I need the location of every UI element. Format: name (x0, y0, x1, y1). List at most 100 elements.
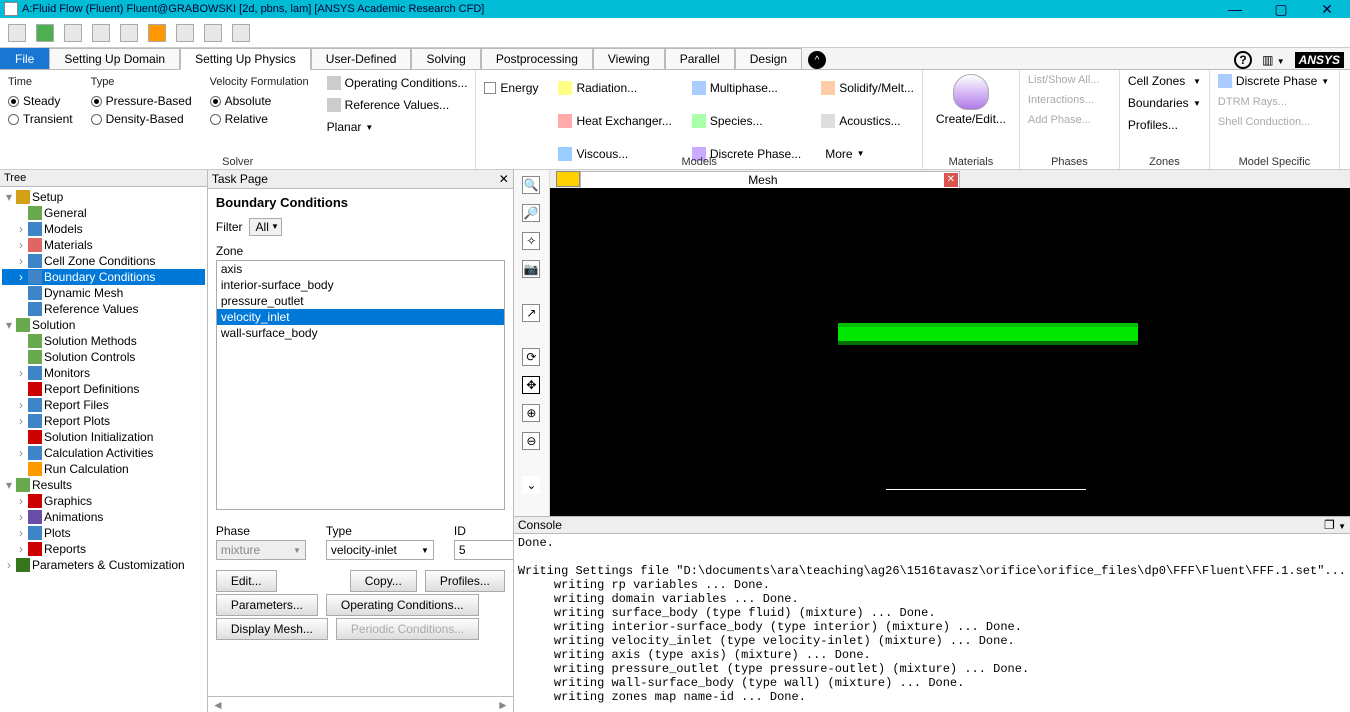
tree-node[interactable]: ›Monitors (2, 365, 205, 381)
radio-density-based[interactable]: Density-Based (91, 112, 192, 126)
help-icon[interactable]: ? (1234, 51, 1252, 69)
zoom-in-icon[interactable]: 🔍 (522, 176, 540, 194)
operating-conditions-button[interactable]: Operating Conditions... (326, 594, 479, 616)
cell-zones-dropdown[interactable]: Cell Zones▼ (1128, 74, 1201, 88)
toolbar-icon[interactable] (8, 24, 26, 42)
species-button[interactable]: Species... (692, 107, 801, 134)
tree-node[interactable]: ›Graphics (2, 493, 205, 509)
task-page-close-icon[interactable]: ✕ (499, 172, 509, 186)
tree-node[interactable]: ▾Setup (2, 189, 205, 205)
tree-node[interactable]: General (2, 205, 205, 221)
create-edit-materials-button[interactable]: Create/Edit... (931, 74, 1011, 126)
profiles-button[interactable]: Profiles... (1128, 118, 1201, 132)
tab-user-defined[interactable]: User-Defined (311, 48, 412, 69)
tree-node[interactable]: Reference Values (2, 301, 205, 317)
profiles-button[interactable]: Profiles... (425, 570, 505, 592)
zone-item[interactable]: axis (217, 261, 504, 277)
solidify-melt-button[interactable]: Solidify/Melt... (821, 74, 914, 101)
tree-node[interactable]: ›Report Files (2, 397, 205, 413)
tree-node[interactable]: Solution Methods (2, 333, 205, 349)
tab-viewing[interactable]: Viewing (593, 48, 665, 69)
energy-checkbox[interactable]: Energy (484, 74, 538, 101)
planar-dropdown[interactable]: Planar▼ (327, 120, 468, 134)
tab-postprocessing[interactable]: Postprocessing (481, 48, 593, 69)
tab-file[interactable]: File (0, 48, 49, 69)
zoom-out-icon[interactable]: 🔎 (522, 204, 540, 222)
tab-setting-up-physics[interactable]: Setting Up Physics (180, 48, 311, 70)
tree-node[interactable]: ▾Results (2, 477, 205, 493)
console-dropdown-icon[interactable]: ▼ (1338, 522, 1346, 531)
tree-node[interactable]: Dynamic Mesh (2, 285, 205, 301)
tab-design[interactable]: Design (735, 48, 802, 69)
zone-item[interactable]: velocity_inlet (217, 309, 504, 325)
operating-conditions-button[interactable]: Operating Conditions... (327, 76, 468, 90)
graphics-canvas[interactable] (550, 188, 1350, 516)
probe-icon[interactable]: ↗ (522, 304, 540, 322)
close-button[interactable]: ✕ (1304, 0, 1350, 18)
discrete-phase-dropdown[interactable]: Discrete Phase▼ (1218, 74, 1331, 88)
task-page-scrollbar[interactable]: ◄► (208, 696, 513, 712)
tree-node[interactable]: ›Cell Zone Conditions (2, 253, 205, 269)
tab-parallel[interactable]: Parallel (665, 48, 735, 69)
zoom-icon[interactable]: ⊕ (522, 404, 540, 422)
radio-steady[interactable]: Steady (8, 94, 73, 108)
toolbar-icon[interactable] (36, 24, 54, 42)
tree-body[interactable]: ▾SetupGeneral›Models›Materials›Cell Zone… (0, 187, 207, 712)
pan-icon[interactable]: ✥ (522, 376, 540, 394)
tree-node[interactable]: Run Calculation (2, 461, 205, 477)
toolbar-icon[interactable] (64, 24, 82, 42)
edit-button[interactable]: Edit... (216, 570, 277, 592)
view-tab-icon[interactable] (556, 171, 580, 187)
toolbar-icon[interactable] (148, 24, 166, 42)
console-popout-icon[interactable]: ❐ (1324, 518, 1335, 532)
tree-node[interactable]: ›Plots (2, 525, 205, 541)
toolbar-icon[interactable] (232, 24, 250, 42)
tab-setting-up-domain[interactable]: Setting Up Domain (49, 48, 180, 69)
toolbar-icon[interactable] (120, 24, 138, 42)
radio-absolute[interactable]: Absolute (210, 94, 309, 108)
camera-icon[interactable]: 📷 (522, 260, 540, 278)
minimize-button[interactable]: — (1212, 0, 1258, 18)
zone-item[interactable]: interior-surface_body (217, 277, 504, 293)
tree-node[interactable]: ›Report Plots (2, 413, 205, 429)
parameters-button[interactable]: Parameters... (216, 594, 318, 616)
type-dropdown[interactable]: velocity-inlet▼ (326, 540, 434, 560)
id-input[interactable]: 5 (454, 540, 513, 560)
toolbar-icon[interactable] (204, 24, 222, 42)
maximize-button[interactable]: ▢ (1258, 0, 1304, 18)
tree-node[interactable]: ›Models (2, 221, 205, 237)
close-view-icon[interactable]: ✕ (944, 173, 958, 187)
console-output[interactable]: Done. Writing Settings file "D:\document… (514, 534, 1350, 712)
tree-node[interactable]: Solution Initialization (2, 429, 205, 445)
fit-icon[interactable]: ✧ (522, 232, 540, 250)
display-mesh-button[interactable]: Display Mesh... (216, 618, 328, 640)
filter-dropdown[interactable]: All (249, 218, 282, 236)
tree-node[interactable]: ›Materials (2, 237, 205, 253)
tree-node[interactable]: ›Boundary Conditions (2, 269, 205, 285)
tree-node[interactable]: ›Calculation Activities (2, 445, 205, 461)
zone-item[interactable]: wall-surface_body (217, 325, 504, 341)
tree-node[interactable]: ▾Solution (2, 317, 205, 333)
view-tab-mesh[interactable]: Mesh ✕ (580, 171, 960, 188)
refresh-icon[interactable]: ⟳ (522, 348, 540, 366)
acoustics-button[interactable]: Acoustics... (821, 107, 914, 134)
tree-node[interactable]: Solution Controls (2, 349, 205, 365)
boundaries-dropdown[interactable]: Boundaries▼ (1128, 96, 1201, 110)
radio-transient[interactable]: Transient (8, 112, 73, 126)
tree-node[interactable]: Report Definitions (2, 381, 205, 397)
tab-solving[interactable]: Solving (411, 48, 480, 69)
reference-values-button[interactable]: Reference Values... (327, 98, 468, 112)
radio-pressure-based[interactable]: Pressure-Based (91, 94, 192, 108)
multiphase-button[interactable]: Multiphase... (692, 74, 801, 101)
toolbar-icon[interactable] (176, 24, 194, 42)
toolbar-icon[interactable] (92, 24, 110, 42)
heat-exchanger-button[interactable]: Heat Exchanger... (558, 107, 671, 134)
radio-relative[interactable]: Relative (210, 112, 309, 126)
layout-icon[interactable]: ▥ ▼ (1262, 53, 1285, 67)
tree-node[interactable]: ›Animations (2, 509, 205, 525)
chevron-down-icon[interactable]: ⌄ (522, 476, 540, 494)
zone-item[interactable]: pressure_outlet (217, 293, 504, 309)
tree-node[interactable]: ›Reports (2, 541, 205, 557)
tree-node[interactable]: ›Parameters & Customization (2, 557, 205, 573)
collapse-ribbon-icon[interactable]: ^ (808, 51, 826, 69)
